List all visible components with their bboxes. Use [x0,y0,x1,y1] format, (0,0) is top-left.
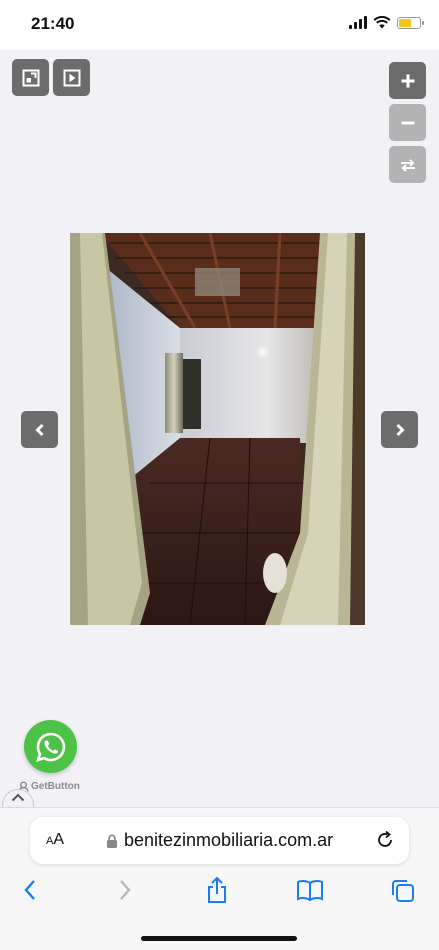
fullscreen-icon [22,69,39,86]
chevron-up-icon [11,793,25,802]
browser-toolbar: AA benitezinmobiliaria.com.ar [0,807,439,950]
slideshow-button[interactable] [53,59,90,96]
zoom-in-button[interactable] [389,62,426,99]
rotate-button[interactable] [389,146,426,183]
minus-icon [401,121,414,124]
chevron-right-icon [395,423,405,436]
previous-image-button[interactable] [21,411,58,448]
tabs-icon[interactable] [390,878,416,904]
interior-room-photo [70,233,365,625]
cellular-signal-icon [349,16,367,29]
forward-icon[interactable] [117,878,133,902]
status-icons [349,16,424,29]
text-size-large-label: A [53,831,65,848]
bookmarks-icon[interactable] [296,879,324,901]
swap-arrows-icon [400,158,415,172]
whatsapp-icon [35,732,65,762]
text-size-button[interactable]: AA [46,831,64,849]
chevron-left-icon [34,423,44,436]
next-image-button[interactable] [381,411,418,448]
battery-icon [397,16,424,29]
url-text[interactable]: benitezinmobiliaria.com.ar [124,830,333,851]
getbutton-label: GetButton [31,781,80,792]
plus-icon [401,74,414,87]
fullscreen-button[interactable] [12,59,49,96]
getbutton-credit[interactable]: GetButton [18,781,80,792]
play-icon [63,69,80,86]
status-bar: 21:40 [0,0,439,50]
whatsapp-button[interactable] [24,720,77,773]
share-icon[interactable] [205,876,229,904]
back-icon[interactable] [22,878,38,902]
lock-icon [107,834,117,848]
status-time: 21:40 [31,14,75,33]
home-indicator [141,936,297,941]
address-bar[interactable]: AA benitezinmobiliaria.com.ar [30,817,409,864]
wifi-icon [373,16,391,29]
reload-icon[interactable] [375,830,395,850]
zoom-out-button[interactable] [389,104,426,141]
